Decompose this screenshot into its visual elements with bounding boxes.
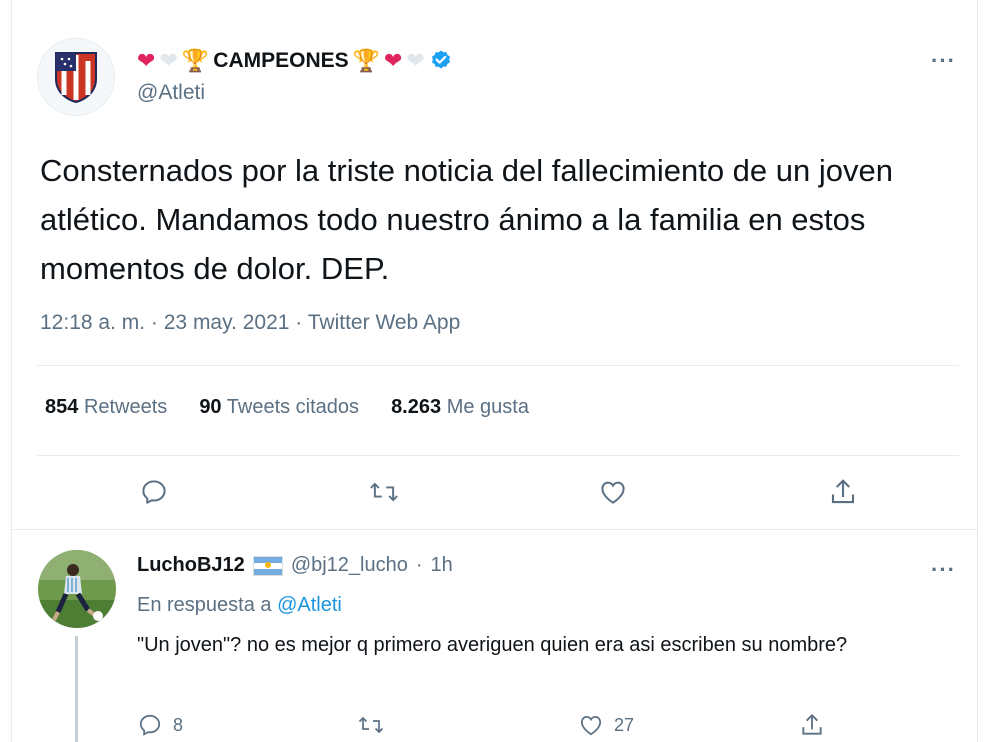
in-reply-prefix: En respuesta a [137,594,272,616]
reply-display-name[interactable]: LuchoBJ12 [137,554,245,577]
red-heart-icon: ❤ [384,48,403,73]
likes-stat[interactable]: 8.263 Me gusta [391,396,529,419]
reply-like-action[interactable]: 27 [578,712,634,738]
likes-label: Me gusta [446,396,529,418]
quotes-stat[interactable]: 90 Tweets citados [199,396,359,419]
reply-more-options-icon[interactable]: ··· [931,557,956,583]
handle[interactable]: @Atleti [137,81,205,105]
reply-count: 8 [173,714,184,735]
tweet-time[interactable]: 12:18 a. m. [40,311,145,334]
reply-reply-action[interactable]: 8 [137,712,183,738]
divider [37,455,959,456]
heart-icon[interactable] [593,472,633,512]
divider [11,529,978,530]
retweet-icon[interactable] [364,472,404,512]
retweets-label: Retweets [83,396,168,418]
tweet-text: Consternados por la triste noticia del f… [40,153,893,286]
tweet-client[interactable]: Twitter Web App [308,311,461,334]
reply-handle[interactable]: @bj12_lucho [291,554,408,577]
verified-badge-icon [431,50,450,69]
white-heart-icon: ❤ [406,48,425,73]
reply-separator: · [415,554,423,576]
heart-icon [580,716,602,736]
retweets-stat[interactable]: 854 Retweets [45,396,167,419]
reply-icon [139,714,161,736]
share-icon[interactable] [823,472,863,512]
more-options-icon[interactable]: ··· [931,48,956,74]
in-reply-to: En respuesta a @Atleti [137,594,342,617]
reply-retweet-action[interactable] [357,712,385,738]
reply-icon[interactable] [134,472,174,512]
retweets-count: 854 [45,396,79,418]
trophy-icon: 🏆 [181,48,210,73]
reply-header: LuchoBJ12 @bj12_lucho · 1h [137,554,453,577]
atletico-crest-icon [55,52,97,103]
divider [37,365,959,366]
reply-text: "Un joven"? no es mejor q primero averig… [137,634,848,656]
meta-separator: · [150,311,158,334]
player-photo-icon [38,550,116,628]
red-heart-icon: ❤ [137,48,156,73]
thread-connector [75,636,78,742]
quotes-count: 90 [199,396,222,418]
tweet-stats: 854 Retweets 90 Tweets citados 8.263 Me … [45,396,561,419]
atleti-avatar[interactable] [37,38,115,116]
lucho-avatar[interactable] [38,550,116,628]
tweet-meta: 12:18 a. m. · 23 may. 2021 · Twitter Web… [40,311,460,335]
in-reply-handle-link[interactable]: @Atleti [277,594,342,616]
reply-age[interactable]: 1h [431,554,453,577]
quotes-label: Tweets citados [226,396,360,418]
likes-count: 8.263 [391,396,442,418]
argentina-flag-icon [252,555,283,576]
tweet-date[interactable]: 23 may. 2021 [164,311,290,334]
retweet-icon [358,716,384,734]
meta-separator: · [295,311,303,334]
display-name[interactable]: CAMPEONES [213,49,348,73]
like-count: 27 [614,714,635,735]
trophy-icon: 🏆 [352,48,381,73]
share-icon [802,713,822,735]
display-name-row[interactable]: ❤ ❤ 🏆 CAMPEONES 🏆 ❤ ❤ [137,44,453,78]
white-heart-icon: ❤ [159,48,178,73]
reply-share-action[interactable] [799,712,825,738]
